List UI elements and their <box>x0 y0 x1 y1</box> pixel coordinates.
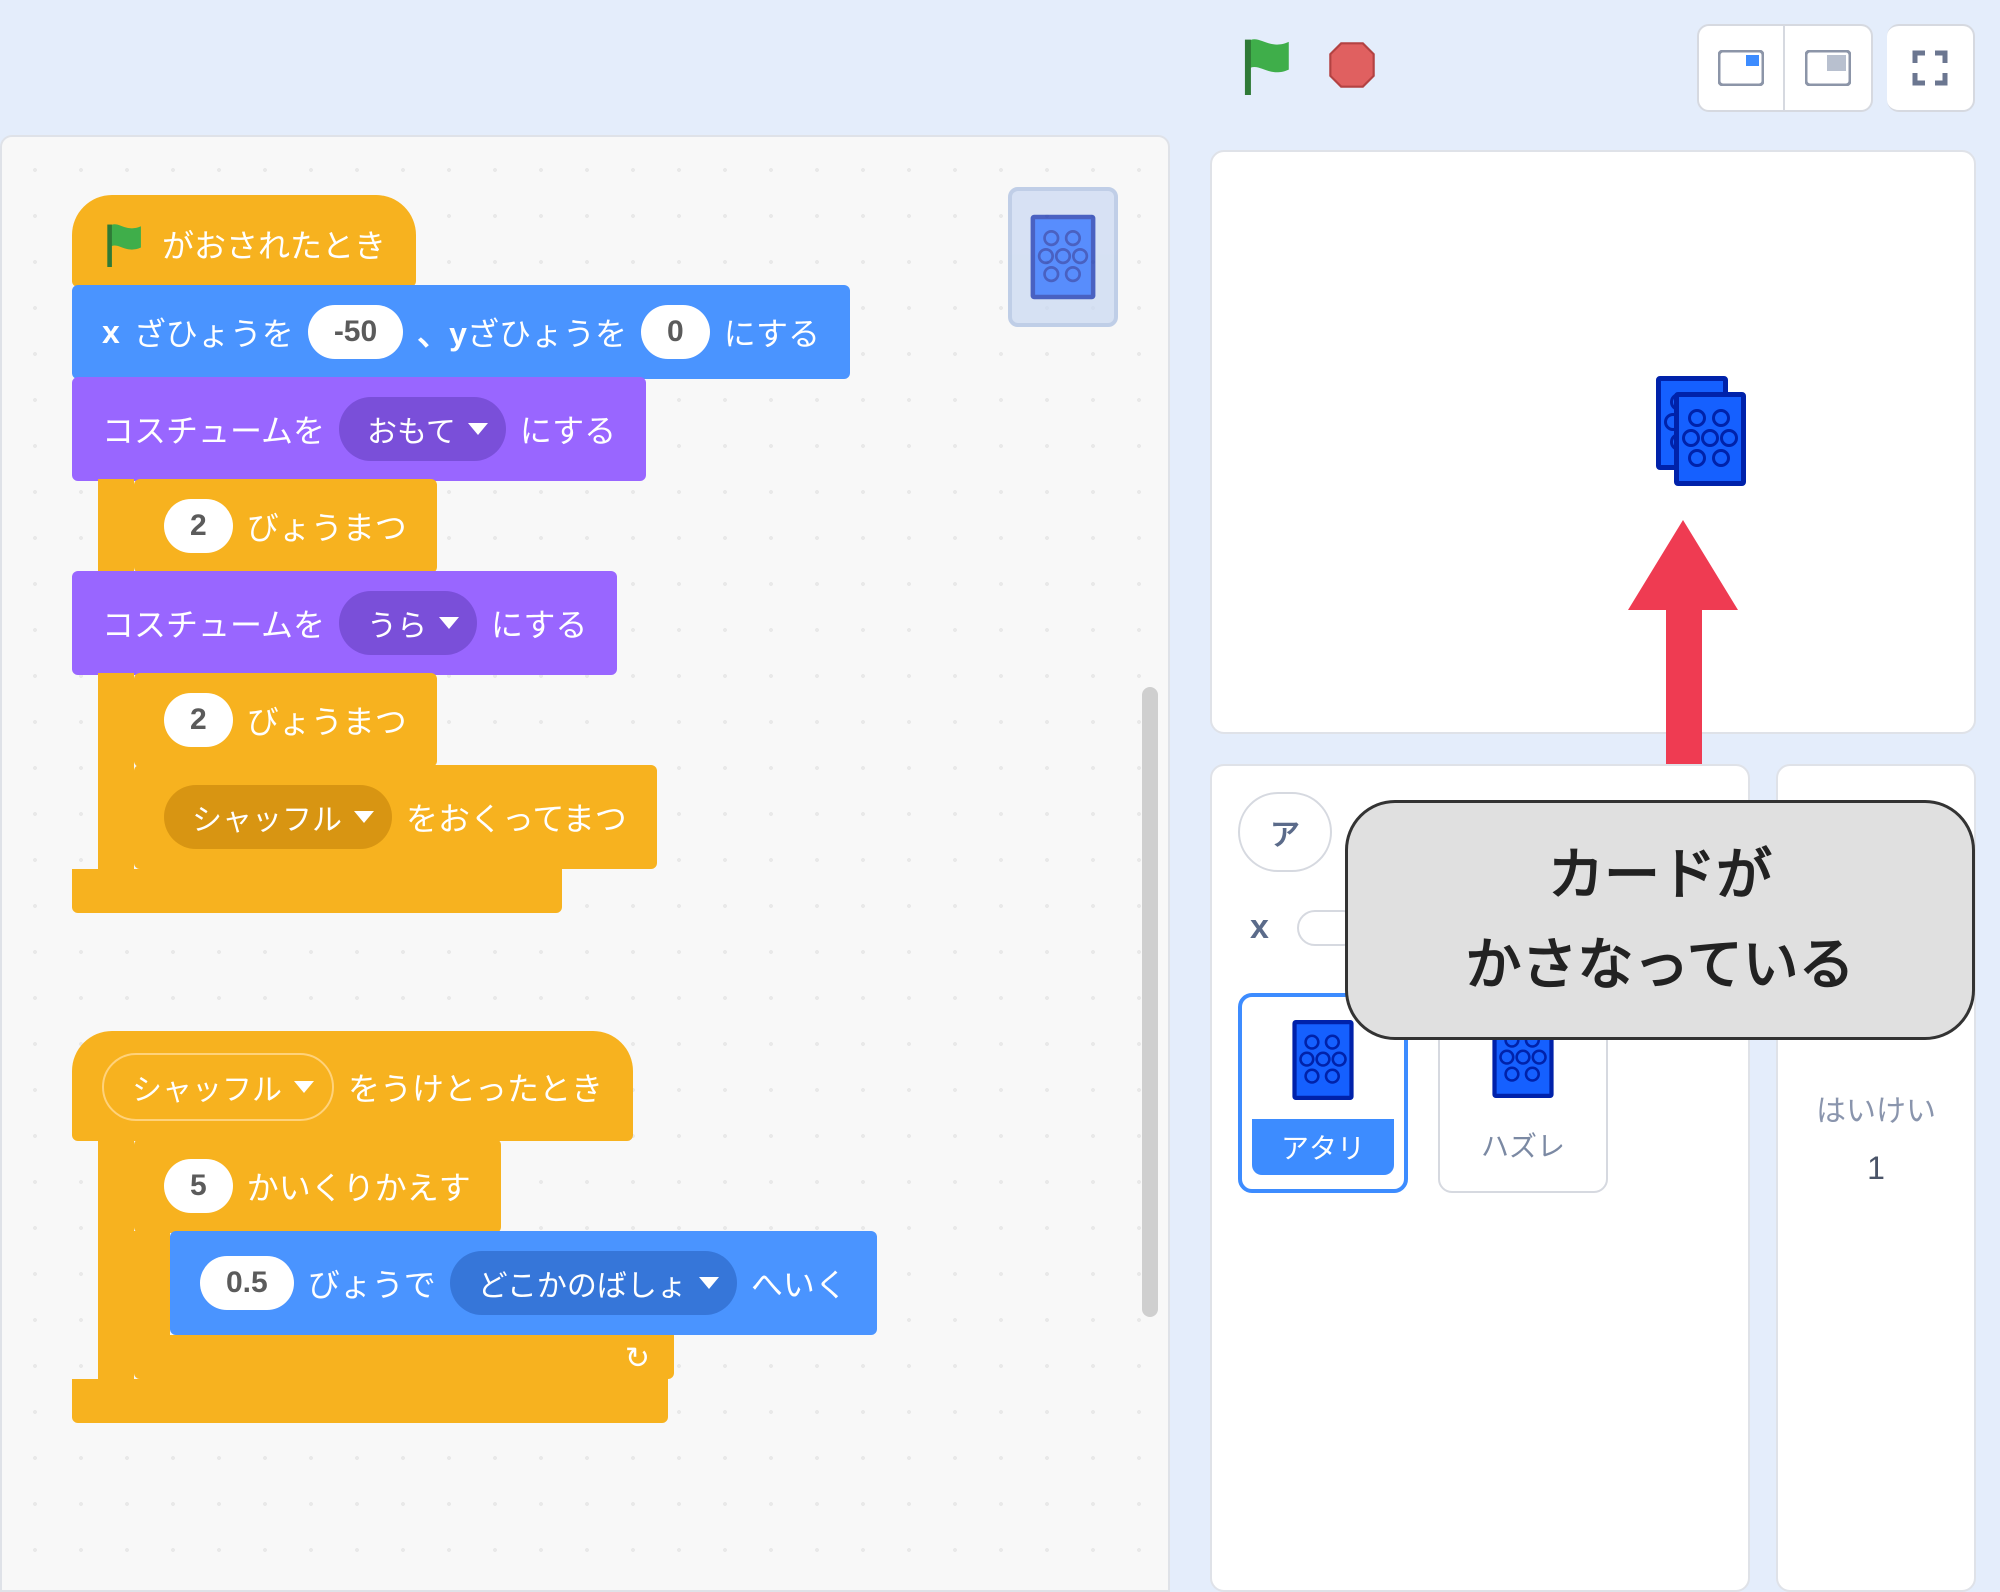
fullscreen-button[interactable] <box>1887 24 1975 112</box>
block-goto-xy[interactable]: xざひょうを -50 、yざひょうを 0 にする <box>72 285 850 379</box>
stage-card-2[interactable] <box>1674 392 1746 486</box>
repeat-footer: ↻ <box>134 1335 674 1379</box>
block-wait-1[interactable]: 2 びょうまつ <box>134 479 437 573</box>
block-glide[interactable]: 0.5 びょうで どこかのばしょ へいく <box>170 1231 877 1335</box>
block-label: がおされたとき <box>162 221 386 267</box>
input-wait-2[interactable]: 2 <box>164 693 233 747</box>
input-repeat[interactable]: 5 <box>164 1159 233 1213</box>
block-when-receive[interactable]: シャッフル をうけとったとき <box>72 1031 633 1141</box>
stop-button[interactable] <box>1326 39 1378 96</box>
block-switch-costume-1[interactable]: コスチュームを おもて にする <box>72 377 646 481</box>
c-block-footer <box>72 869 562 913</box>
blocks-stack-1: がおされたとき xざひょうを -50 、yざひょうを 0 にする コスチュームを… <box>72 197 1072 1423</box>
block-switch-costume-2[interactable]: コスチュームを うら にする <box>72 571 617 675</box>
green-flag-button[interactable] <box>1240 35 1296 100</box>
outer-footer <box>72 1379 668 1423</box>
input-x[interactable]: -50 <box>308 305 403 359</box>
small-stage-button[interactable] <box>1697 24 1785 112</box>
large-stage-button[interactable] <box>1785 24 1873 112</box>
block-when-flag-clicked[interactable]: がおされたとき <box>72 195 416 287</box>
input-wait-1[interactable]: 2 <box>164 499 233 553</box>
dropdown-costume-1[interactable]: おもて <box>339 397 506 461</box>
loop-arrow-icon: ↻ <box>625 1341 650 1376</box>
x-label: x <box>1250 908 1269 947</box>
input-y[interactable]: 0 <box>641 305 710 359</box>
backdrop-label: はいけい <box>1778 1086 1974 1130</box>
backdrop-count: 1 <box>1778 1150 1974 1187</box>
input-glide-secs[interactable]: 0.5 <box>200 1256 294 1310</box>
stage-header <box>1190 0 2000 135</box>
sprite-thumb-icon <box>1292 1020 1353 1100</box>
block-repeat[interactable]: 5 かいくりかえす <box>134 1139 501 1233</box>
script-area[interactable]: がおされたとき xざひょうを -50 、yざひょうを 0 にする コスチュームを… <box>0 135 1170 1592</box>
annotation-callout: カードが かさなっている <box>1345 800 1975 1040</box>
dropdown-receive[interactable]: シャッフル <box>102 1053 334 1121</box>
dropdown-glide-target[interactable]: どこかのばしょ <box>450 1251 737 1315</box>
stage[interactable] <box>1210 150 1976 734</box>
sprite-name-field[interactable]: ア <box>1238 792 1332 872</box>
dropdown-broadcast[interactable]: シャッフル <box>164 785 392 849</box>
block-broadcast-wait[interactable]: シャッフル をおくってまつ <box>134 765 657 869</box>
block-wait-2[interactable]: 2 びょうまつ <box>134 673 437 767</box>
scrollbar[interactable] <box>1142 687 1158 1317</box>
green-flag-icon <box>102 221 148 267</box>
dropdown-costume-2[interactable]: うら <box>339 591 477 655</box>
